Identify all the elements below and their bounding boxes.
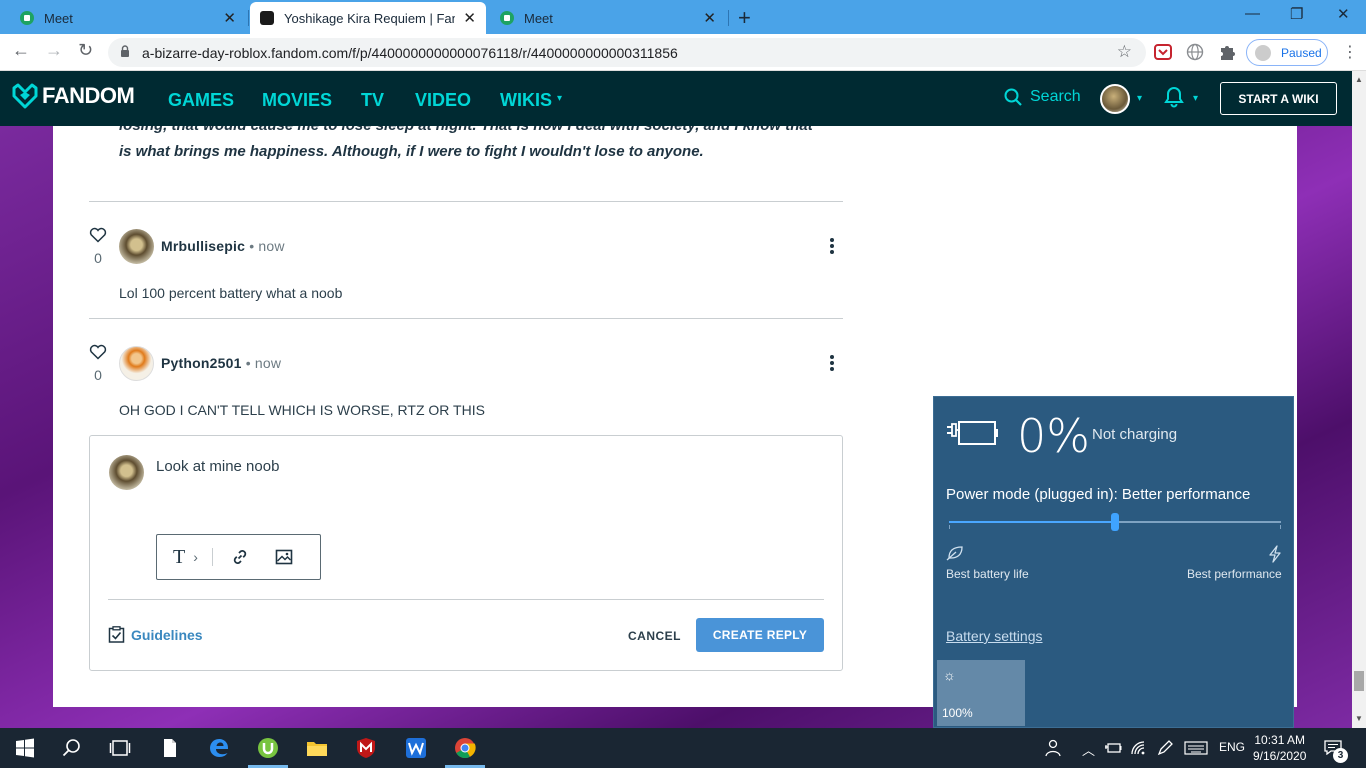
- divider: [89, 318, 843, 319]
- slider-tick: [1280, 525, 1281, 529]
- profile-avatar: [1255, 44, 1271, 61]
- wps-writer-icon[interactable]: [405, 737, 427, 759]
- slider-thumb[interactable]: [1111, 513, 1119, 531]
- profile-paused-button[interactable]: Paused: [1246, 39, 1328, 66]
- minimize-button[interactable]: —: [1245, 5, 1260, 22]
- file-explorer-icon[interactable]: [306, 737, 328, 759]
- chrome-icon[interactable]: [454, 737, 476, 759]
- best-battery-label: Best battery life: [946, 567, 1029, 581]
- scroll-up-icon[interactable]: ▲: [1355, 75, 1363, 84]
- keyboard-icon[interactable]: [1184, 740, 1208, 756]
- comment-author[interactable]: Mrbullisepic • now: [161, 238, 285, 254]
- more-options-icon[interactable]: [830, 236, 836, 256]
- avatar[interactable]: [119, 229, 154, 264]
- utorrent-icon[interactable]: [257, 737, 279, 759]
- like-count: 0: [94, 250, 102, 266]
- image-icon[interactable]: [275, 548, 293, 566]
- reply-editor: Look at mine noob T › Guidelines CANCEL …: [89, 435, 843, 671]
- divider: [89, 201, 843, 202]
- restore-button[interactable]: ❐: [1290, 5, 1303, 23]
- comment-text: Lol 100 percent battery what a noob: [119, 285, 343, 301]
- notification-count-badge: 3: [1333, 748, 1348, 763]
- file-icon[interactable]: [159, 737, 181, 759]
- battery-settings-link[interactable]: Battery settings: [946, 628, 1043, 644]
- brightness-sun-icon: ☼: [943, 667, 956, 683]
- charging-status: Not charging: [1092, 426, 1178, 443]
- edge-browser-icon[interactable]: [208, 737, 230, 759]
- people-icon[interactable]: [1043, 739, 1061, 757]
- battery-plug-icon: [947, 421, 998, 445]
- heart-icon: [89, 227, 107, 243]
- author-name[interactable]: Mrbullisepic: [161, 238, 245, 254]
- power-mode-label: Power mode (plugged in): Better performa…: [946, 486, 1251, 503]
- language-indicator[interactable]: ENG: [1219, 740, 1245, 754]
- cancel-button[interactable]: CANCEL: [628, 629, 681, 643]
- clock-time: 10:31 AM: [1254, 733, 1306, 747]
- like-button[interactable]: 0: [88, 343, 108, 383]
- power-mode-slider[interactable]: [949, 513, 1281, 531]
- brightness-tile[interactable]: ☼ 100%: [937, 660, 1025, 726]
- brightness-value: 100%: [942, 706, 973, 720]
- chevron-right-icon[interactable]: ›: [193, 549, 198, 565]
- like-button[interactable]: 0: [88, 226, 108, 266]
- create-reply-button[interactable]: CREATE REPLY: [696, 618, 824, 652]
- best-performance-label: Best performance: [1187, 567, 1282, 581]
- comment-time: • now: [249, 238, 285, 254]
- wifi-icon[interactable]: [1130, 740, 1148, 756]
- checklist-icon: [108, 626, 125, 643]
- taskbar-clock[interactable]: 10:31 AM 9/16/2020: [1253, 732, 1306, 764]
- author-name[interactable]: Python2501: [161, 355, 242, 371]
- lightning-bolt-icon: [1269, 545, 1281, 563]
- slider-tick: [949, 525, 950, 529]
- post-quote-text: losing, that would cause me to lose slee…: [119, 117, 813, 160]
- slider-fill: [949, 521, 1115, 523]
- battery-percent: 0%: [1017, 409, 1090, 463]
- close-window-button[interactable]: ✕: [1337, 5, 1350, 23]
- mcafee-icon[interactable]: [355, 737, 377, 759]
- comment-text: OH GOD I CAN'T TELL WHICH IS WORSE, RTZ …: [119, 402, 485, 418]
- editor-toolbar: T ›: [156, 534, 321, 580]
- chrome-menu-icon[interactable]: ⋮: [1342, 42, 1358, 62]
- text-format-button[interactable]: T: [173, 546, 185, 569]
- scroll-thumb[interactable]: [1354, 671, 1364, 691]
- chevron-up-icon[interactable]: ︿: [1082, 740, 1095, 759]
- divider: [108, 599, 824, 600]
- comment-time: • now: [245, 355, 282, 371]
- link-icon[interactable]: [231, 548, 249, 566]
- scroll-down-icon[interactable]: ▼: [1355, 714, 1363, 723]
- profile-status: Paused: [1281, 45, 1322, 60]
- clock-date: 9/16/2020: [1253, 749, 1307, 763]
- leaf-icon: [946, 546, 963, 561]
- heart-icon: [89, 344, 107, 360]
- toolbar-separator: [211, 548, 213, 566]
- windows-start-icon[interactable]: [14, 737, 36, 759]
- reply-input[interactable]: Look at mine noob: [156, 458, 279, 475]
- guidelines-label: Guidelines: [131, 626, 203, 643]
- more-options-icon[interactable]: [830, 353, 836, 373]
- avatar: [109, 455, 144, 490]
- battery-tray-icon[interactable]: [1104, 740, 1122, 756]
- battery-flyout: 0% Not charging Power mode (plugged in):…: [933, 396, 1294, 728]
- like-count: 0: [94, 367, 102, 383]
- windows-taskbar: ︿ ENG 10:31 AM 9/16/2020 3: [0, 728, 1366, 768]
- pen-icon[interactable]: [1156, 739, 1174, 757]
- guidelines-link[interactable]: Guidelines: [108, 626, 203, 643]
- search-icon[interactable]: [61, 737, 83, 759]
- comment-author[interactable]: Python2501 • now: [161, 355, 281, 371]
- task-view-icon[interactable]: [109, 737, 131, 759]
- avatar[interactable]: [119, 346, 154, 381]
- page-scrollbar[interactable]: ▲ ▼: [1352, 71, 1366, 728]
